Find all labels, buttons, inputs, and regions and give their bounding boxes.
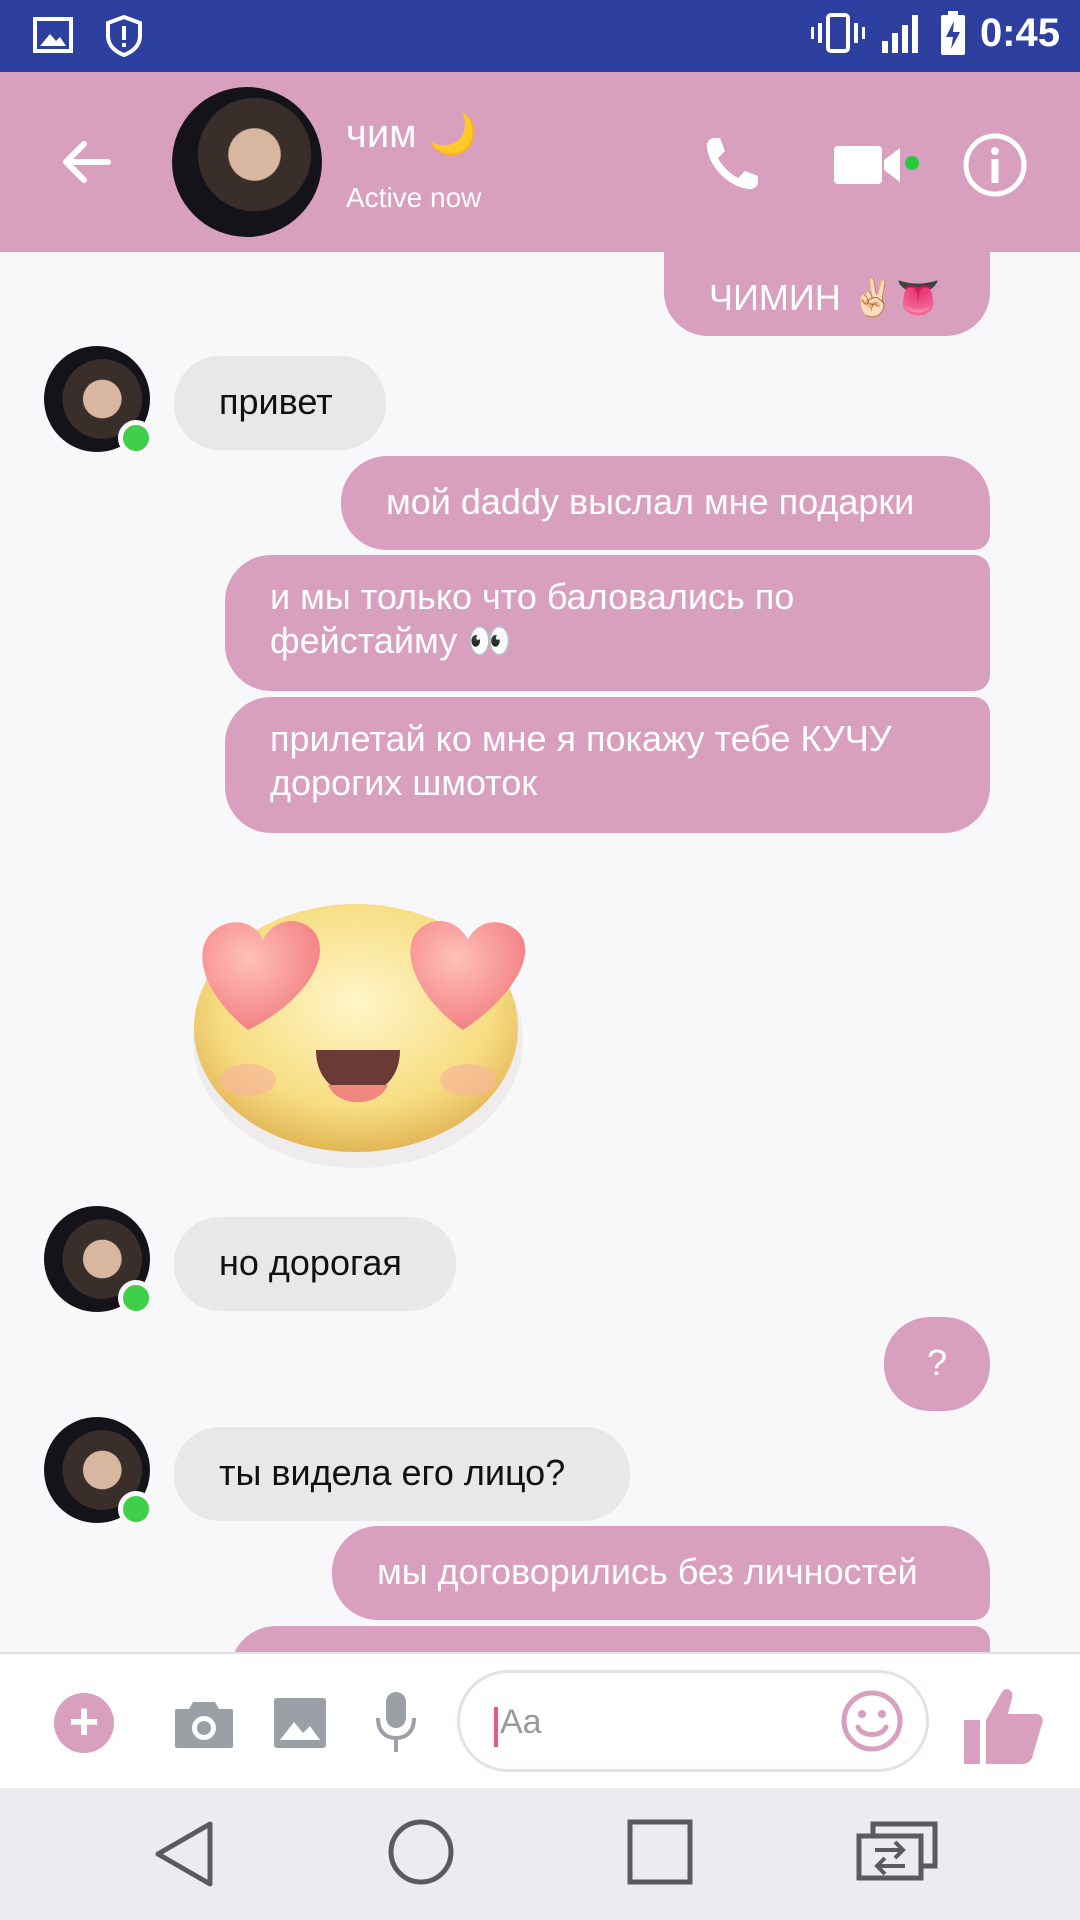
nav-home-icon[interactable] [385,1816,457,1888]
emoji-icon[interactable] [840,1689,904,1753]
clock: 0:45 [979,10,1060,55]
heart-eyes-sticker[interactable] [178,870,538,1170]
shield-icon [106,14,142,58]
message-outgoing[interactable]: ? [884,1317,990,1411]
signal-icon [881,15,918,53]
message-input-placeholder: Aa [500,1703,542,1741]
video-active-dot [905,156,919,170]
info-icon[interactable] [962,132,1028,198]
chat-header: чим 🌙 Active now [0,72,1080,252]
online-indicator [118,1491,154,1527]
sender-avatar[interactable] [44,1206,154,1316]
online-indicator [118,1280,154,1316]
online-indicator [118,420,154,456]
microphone-icon[interactable] [372,1690,420,1754]
nav-recents-icon[interactable] [626,1818,694,1886]
message-incoming[interactable]: привет [174,356,386,450]
message-input[interactable]: Aa [457,1670,929,1772]
message-outgoing[interactable]: и мы только что баловались по фейстайму … [225,555,990,691]
sender-avatar[interactable] [44,1417,154,1527]
phone-call-icon[interactable] [700,132,764,196]
video-call-icon[interactable] [832,140,912,190]
nav-dual-window-icon[interactable] [855,1818,939,1884]
message-outgoing[interactable]: мы договорились без личностей [332,1526,990,1620]
message-outgoing[interactable]: ЧИМИН ✌🏻👅 [664,248,990,336]
vibrate-icon [810,13,865,53]
system-nav-bar [0,1788,1080,1920]
thumbs-up-icon[interactable] [960,1684,1046,1768]
message-outgoing[interactable]: прилетай ко мне я покажу тебе КУЧУ дорог… [225,697,990,833]
sender-avatar[interactable] [44,346,154,456]
image-icon [33,17,73,53]
contact-name[interactable]: чим 🌙 [346,110,478,157]
add-button[interactable]: + [54,1693,114,1753]
nav-back-icon[interactable] [150,1818,220,1890]
message-incoming[interactable]: но дорогая [174,1217,456,1311]
message-composer: + Aa [0,1652,1080,1790]
contact-status: Active now [346,182,482,213]
message-outgoing[interactable]: мой daddy выслал мне подарки [341,456,990,550]
back-arrow-icon[interactable] [56,132,116,192]
status-bar: 0:45 [0,0,1080,72]
text-caret [494,1707,498,1747]
message-incoming[interactable]: ты видела его лицо? [174,1427,630,1521]
gallery-icon[interactable] [272,1696,328,1750]
contact-avatar[interactable] [172,87,322,237]
camera-icon[interactable] [173,1696,235,1750]
battery-charging-icon [940,11,965,55]
